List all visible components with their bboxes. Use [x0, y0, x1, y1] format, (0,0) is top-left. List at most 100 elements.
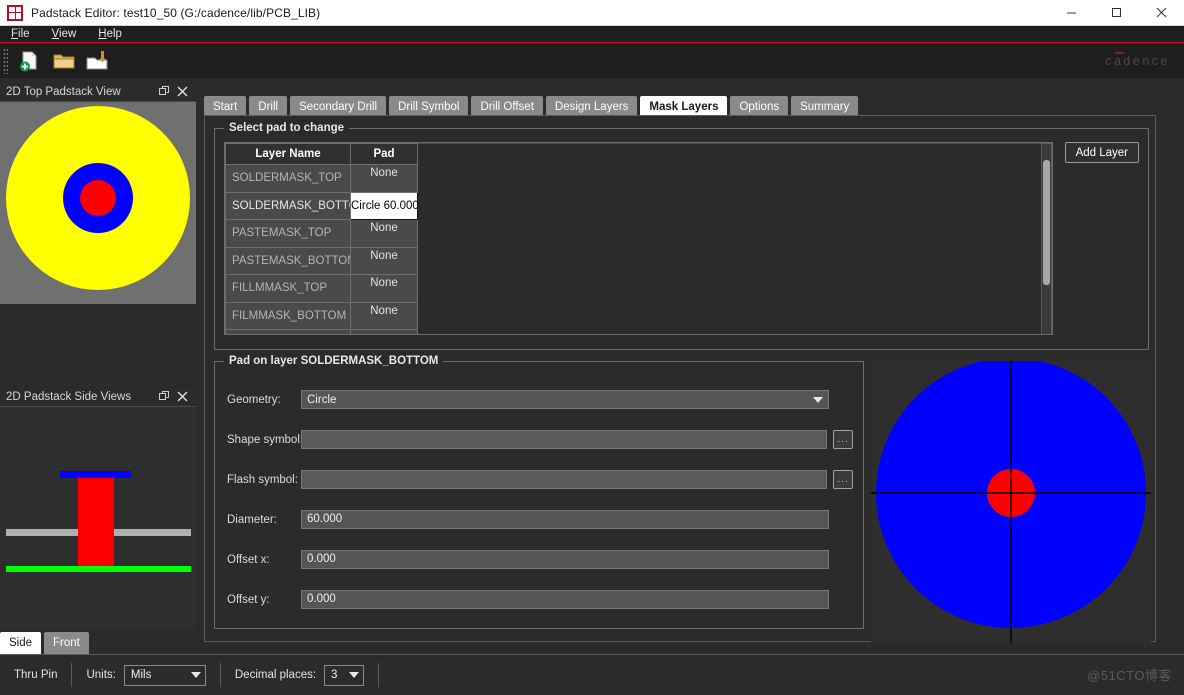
save-folder-icon: [86, 51, 108, 70]
units-value: Mils: [130, 669, 152, 681]
cell-layer-name: SOLDERMASK_TOP: [225, 164, 351, 193]
layers-table: Layer Name Pad SOLDERMASK_TOP None SOLDE…: [225, 143, 1052, 334]
cell-pad[interactable]: None: [350, 246, 418, 275]
float-panel-icon[interactable]: [157, 389, 172, 404]
padstack-type-cell: Thru Pin: [0, 655, 71, 695]
chevron-down-icon: [813, 396, 823, 403]
table-row[interactable]: PASTEMASK_BOTTOM None: [225, 246, 1052, 275]
shape-symbol-input[interactable]: [301, 430, 828, 449]
table-row[interactable]: SOLDERMASK_BOTTOM Circle 60.000: [225, 191, 1052, 220]
tool-bar: cadence: [0, 44, 1184, 78]
minimize-button[interactable]: [1049, 0, 1094, 26]
tab-drill-symbol[interactable]: Drill Symbol: [389, 96, 469, 117]
tab-front[interactable]: Front: [44, 632, 89, 654]
table-header-row: Layer Name Pad: [225, 143, 1052, 165]
cell-pad[interactable]: [350, 329, 418, 334]
tab-mask-layers[interactable]: Mask Layers: [640, 96, 728, 117]
geometry-value: Circle: [307, 393, 337, 406]
window-title: Padstack Editor: test10_50 (G:/cadence/l…: [31, 5, 321, 20]
table-row[interactable]: PASTEMASK_TOP None: [225, 219, 1052, 248]
units-combo[interactable]: Mils: [123, 664, 206, 686]
tab-side[interactable]: Side: [0, 632, 42, 654]
cell-pad[interactable]: None: [350, 301, 418, 330]
side-view-tabs: Side Front: [0, 630, 196, 654]
cell-layer-name: PASTEMASK_BOTTOM: [225, 246, 351, 275]
decimal-places-combo[interactable]: 3: [324, 664, 365, 686]
shape-symbol-browse-button[interactable]: ...: [833, 430, 853, 449]
top-padstack-graphic[interactable]: [0, 102, 196, 304]
tab-drill[interactable]: Drill: [249, 96, 288, 117]
top-padstack-view-title: 2D Top Padstack View: [6, 85, 121, 98]
pad-on-layer-legend: Pad on layer SOLDERMASK_BOTTOM: [224, 355, 444, 367]
shape-symbol-row: Shape symbol: ...: [227, 430, 853, 449]
flash-symbol-browse-button[interactable]: ...: [833, 470, 853, 489]
status-bar: Thru Pin Units: Mils Decimal places: 3 @…: [0, 654, 1184, 695]
top-padstack-view-header: 2D Top Padstack View: [0, 82, 196, 102]
top-padstack-view-panel: 2D Top Padstack View: [0, 82, 196, 304]
bottom-mask-bar: [6, 566, 191, 572]
table-row[interactable]: FILLMMASK_TOP None: [225, 274, 1052, 303]
menu-help-rest: elp: [106, 27, 122, 40]
tab-drill-offset[interactable]: Drill Offset: [471, 96, 543, 117]
table-row[interactable]: SOLDERMASK_TOP None: [225, 164, 1052, 193]
maximize-button[interactable]: [1094, 0, 1139, 26]
close-panel-icon[interactable]: [175, 389, 190, 404]
save-padstack-button[interactable]: [81, 46, 115, 76]
cell-layer-name: FILLMMASK_TOP: [225, 274, 351, 303]
padstack-app-icon: [7, 4, 23, 21]
decimal-places-label: Decimal places:: [234, 669, 317, 681]
padstack-side-views-title: 2D Padstack Side Views: [6, 390, 132, 403]
close-panel-icon[interactable]: [175, 84, 190, 99]
tab-options[interactable]: Options: [730, 96, 789, 117]
offset-y-row: Offset y: 0.000: [227, 590, 853, 609]
scroll-thumb[interactable]: [1043, 160, 1050, 285]
table-row-partial[interactable]: [225, 329, 1052, 334]
new-padstack-button[interactable]: [13, 46, 47, 76]
tab-summary[interactable]: Summary: [791, 96, 859, 117]
select-pad-group-legend: Select pad to change: [224, 122, 350, 134]
menu-file[interactable]: File: [0, 26, 41, 43]
units-label: Units:: [86, 669, 116, 681]
close-button[interactable]: [1139, 0, 1184, 26]
cell-pad[interactable]: None: [350, 219, 418, 248]
title-bar: Padstack Editor: test10_50 (G:/cadence/l…: [0, 0, 1184, 26]
layers-table-scrollbar[interactable]: [1041, 143, 1052, 334]
menu-view[interactable]: View: [41, 26, 88, 43]
tab-design-layers[interactable]: Design Layers: [545, 96, 638, 117]
window-controls: [1049, 0, 1184, 26]
add-layer-button[interactable]: Add Layer: [1064, 142, 1139, 163]
offset-x-input[interactable]: 0.000: [301, 550, 829, 569]
padstack-side-graphic[interactable]: [0, 407, 196, 630]
padstack-side-views-header: 2D Padstack Side Views: [0, 387, 196, 407]
open-padstack-button[interactable]: [47, 46, 81, 76]
diameter-input[interactable]: 60.000: [301, 510, 829, 529]
cell-pad[interactable]: None: [350, 274, 418, 303]
cadence-brand: cadence: [1105, 52, 1170, 68]
pad-preview[interactable]: [871, 361, 1151, 643]
padstack-editor-window: Padstack Editor: test10_50 (G:/cadence/l…: [0, 0, 1184, 695]
tab-start[interactable]: Start: [204, 96, 247, 117]
open-folder-icon: [53, 54, 75, 69]
mask-layers-page: Select pad to change Layer Name Pad SOLD…: [204, 115, 1156, 643]
geometry-row: Geometry: Circle: [227, 390, 853, 409]
cell-layer-name: FILMMASK_BOTTOM: [225, 301, 351, 330]
cell-pad-editor[interactable]: Circle 60.000: [350, 191, 418, 220]
float-panel-icon[interactable]: [157, 84, 172, 99]
tab-secondary-drill[interactable]: Secondary Drill: [290, 96, 387, 117]
cell-pad[interactable]: None: [350, 164, 418, 193]
geometry-label: Geometry:: [227, 393, 281, 406]
top-mask-bar: [60, 471, 131, 478]
padstack-side-views-panel: 2D Padstack Side Views Side Front: [0, 387, 196, 654]
cell-layer-name: PASTEMASK_TOP: [225, 219, 351, 248]
toolbar-grip[interactable]: [3, 48, 8, 74]
decimal-places-value: 3: [331, 669, 338, 681]
flash-symbol-input[interactable]: [300, 470, 828, 489]
geometry-combo[interactable]: Circle: [301, 390, 829, 409]
offset-y-input[interactable]: 0.000: [301, 590, 829, 609]
status-divider-3: [378, 663, 380, 687]
chevron-down-icon: [190, 672, 201, 678]
cell-layer-name: [225, 329, 351, 334]
table-row[interactable]: FILMMASK_BOTTOM None: [225, 301, 1052, 330]
menu-help[interactable]: Help: [87, 26, 133, 43]
menu-bar: File View Help: [0, 26, 1184, 43]
